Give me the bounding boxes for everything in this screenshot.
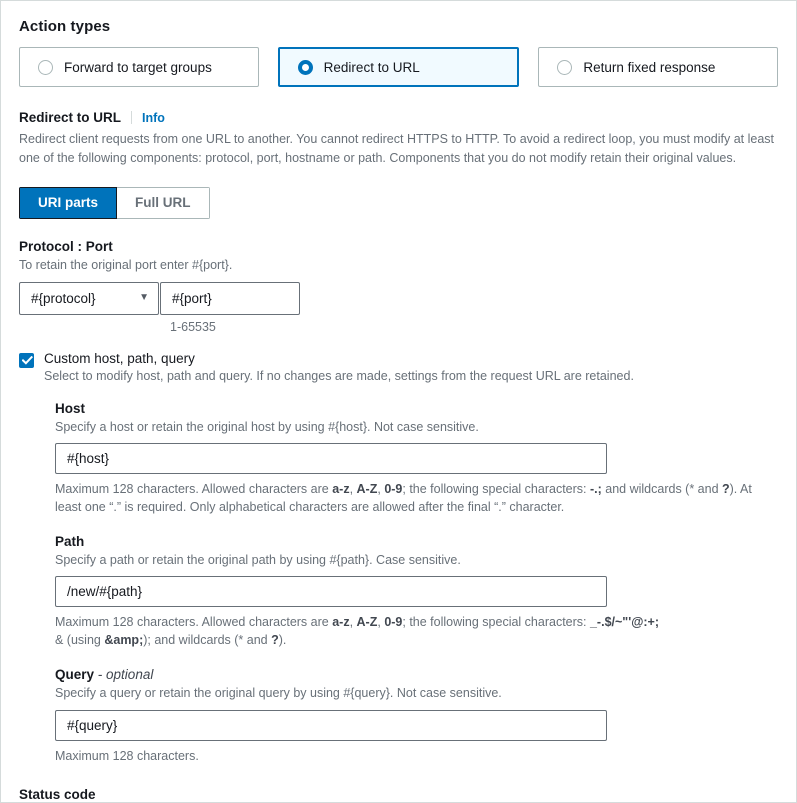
protocol-port-description: To retain the original port enter #{port… xyxy=(19,257,233,272)
action-type-card-redirect[interactable]: Redirect to URL xyxy=(277,47,520,87)
host-description: Specify a host or retain the original ho… xyxy=(55,419,479,434)
path-constraint-part-4: ). xyxy=(278,633,287,648)
path-constraint-az-upper: A-Z xyxy=(356,615,378,630)
action-type-card-fixed-response[interactable]: Return fixed response xyxy=(538,47,779,87)
port-input[interactable] xyxy=(160,281,300,315)
chevron-down-icon: ▼ xyxy=(139,292,149,304)
status-code-block: Status code 301 - Permanently moved ▼ xyxy=(19,786,778,802)
action-type-label-forward: Forward to target groups xyxy=(64,59,212,75)
redirect-section-title: Redirect to URL xyxy=(19,110,122,125)
action-type-label-fixed-response: Return fixed response xyxy=(583,59,716,75)
host-constraint-09: 0-9 xyxy=(384,481,403,496)
host-constraint-part-1: Maximum 128 characters. Allowed characte… xyxy=(55,481,333,496)
radio-forward-icon[interactable] xyxy=(38,59,53,75)
host-block: Host Specify a host or retain the origin… xyxy=(55,401,778,516)
custom-host-path-query-description: Select to modify host, path and query. I… xyxy=(44,368,634,383)
path-constraint-part-2: ; the following special characters: xyxy=(402,615,590,630)
action-type-card-group: Forward to target groups Redirect to URL… xyxy=(19,47,779,87)
path-label: Path xyxy=(55,534,85,549)
path-constraint: Maximum 128 characters. Allowed characte… xyxy=(55,615,660,648)
host-label: Host xyxy=(55,400,85,416)
custom-host-path-query-checkbox[interactable] xyxy=(19,352,34,368)
redirect-action-panel: Action types Forward to target groups Re… xyxy=(0,0,797,803)
protocol-port-block: Protocol : Port To retain the original p… xyxy=(19,239,778,334)
port-hint: 1-65535 xyxy=(170,319,216,334)
path-constraint-amp-pre: & (using xyxy=(55,633,105,648)
query-input[interactable] xyxy=(55,709,607,741)
custom-fields-group: Host Specify a host or retain the origin… xyxy=(55,401,778,765)
path-constraint-part-1: Maximum 128 characters. Allowed characte… xyxy=(55,615,333,630)
custom-host-path-query-label: Custom host, path, query xyxy=(44,350,195,366)
host-constraint-part-3: and wildcards (* and xyxy=(601,481,722,496)
path-input[interactable] xyxy=(55,576,607,608)
redirect-section-description: Redirect client requests from one URL to… xyxy=(19,132,775,165)
redirect-section-header: Redirect to URL Info xyxy=(19,109,778,125)
host-constraint-part-2: ; the following special characters: xyxy=(402,481,590,496)
host-constraint: Maximum 128 characters. Allowed characte… xyxy=(55,481,752,514)
protocol-select[interactable]: #{protocol} ▼ xyxy=(19,281,159,315)
host-constraint-question: ? xyxy=(722,481,730,496)
query-label: Query - optional xyxy=(55,667,778,682)
host-constraint-special: -.; xyxy=(589,481,602,496)
path-description: Specify a path or retain the original pa… xyxy=(55,553,461,567)
query-block: Query - optional Specify a query or reta… xyxy=(55,667,778,764)
path-constraint-special: _-.$/~"'@:+; xyxy=(589,615,660,630)
tab-uri-parts[interactable]: URI parts xyxy=(19,186,118,219)
tab-full-url[interactable]: Full URL xyxy=(117,186,210,219)
host-input[interactable] xyxy=(55,442,607,474)
action-type-card-forward[interactable]: Forward to target groups xyxy=(19,47,259,87)
page-title: Action types xyxy=(19,18,111,35)
query-constraint: Maximum 128 characters. xyxy=(55,748,199,763)
custom-host-path-query-row: Custom host, path, query Select to modif… xyxy=(19,351,778,383)
action-type-label-redirect: Redirect to URL xyxy=(323,59,420,75)
host-constraint-az-lower: a-z xyxy=(332,481,350,496)
info-link[interactable]: Info xyxy=(142,111,165,125)
protocol-port-label: Protocol : Port xyxy=(19,238,113,254)
path-block: Path Specify a path or retain the origin… xyxy=(55,534,778,649)
radio-redirect-icon[interactable] xyxy=(297,59,313,75)
query-label-text: Query xyxy=(55,667,95,683)
host-constraint-az-upper: A-Z xyxy=(356,481,378,496)
url-mode-segmented-control: URI parts Full URL xyxy=(19,186,210,219)
radio-fixed-response-icon[interactable] xyxy=(557,59,573,75)
path-constraint-part-3: ); and wildcards (* and xyxy=(143,633,272,648)
query-optional-suffix: - optional xyxy=(97,667,154,683)
path-constraint-question: ? xyxy=(271,633,279,648)
divider xyxy=(131,111,133,124)
path-constraint-az-lower: a-z xyxy=(332,615,350,630)
path-constraint-09: 0-9 xyxy=(384,615,403,630)
protocol-select-value: #{protocol} xyxy=(31,290,96,306)
check-icon xyxy=(21,355,33,365)
query-description: Specify a query or retain the original q… xyxy=(55,686,502,701)
status-code-label: Status code xyxy=(19,786,96,802)
path-constraint-amp: &amp; xyxy=(104,633,144,648)
